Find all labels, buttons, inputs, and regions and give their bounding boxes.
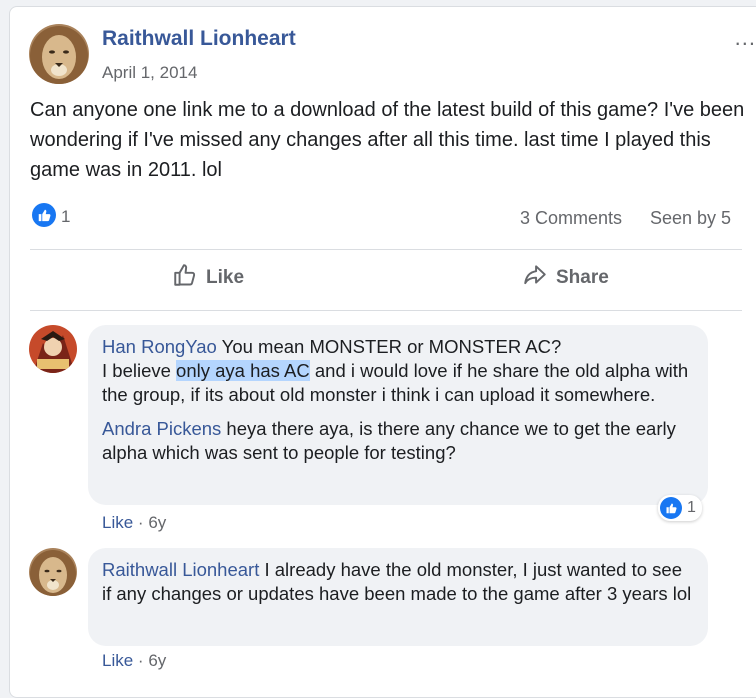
- commenter-name[interactable]: Han RongYao: [102, 336, 217, 357]
- mention-link[interactable]: Andra Pickens: [102, 418, 221, 439]
- comment-text: I believe: [102, 360, 177, 381]
- comment-meta: Like · 6y: [102, 513, 167, 532]
- divider: [30, 310, 742, 311]
- author-avatar[interactable]: [29, 24, 89, 84]
- post-like-count[interactable]: 1: [61, 207, 70, 227]
- more-options-icon[interactable]: ...: [735, 25, 756, 51]
- comment-paragraph: Andra Pickens heya there aya, is there a…: [102, 417, 694, 465]
- comment-reaction-pill[interactable]: 1: [658, 495, 702, 521]
- comment-bubble: Raithwall Lionheart I already have the o…: [88, 548, 708, 646]
- comment-age[interactable]: 6y: [148, 651, 166, 670]
- post-body: Can anyone one link me to a download of …: [30, 99, 745, 181]
- like-button[interactable]: Like: [172, 262, 244, 294]
- highlighted-text: only aya has AC: [176, 360, 310, 381]
- comment-text: You mean MONSTER or MONSTER AC?: [221, 336, 562, 357]
- comment-like-count: 1: [687, 499, 696, 516]
- comment-age[interactable]: 6y: [148, 513, 166, 532]
- thumbs-up-icon[interactable]: [32, 203, 56, 227]
- comments-count[interactable]: 3 Comments: [520, 208, 622, 229]
- thumbs-up-outline-icon: [172, 262, 198, 294]
- commenter-avatar[interactable]: [29, 325, 77, 373]
- share-button[interactable]: Share: [522, 262, 609, 294]
- share-arrow-icon: [522, 262, 548, 294]
- comment-like-link[interactable]: Like: [102, 651, 133, 670]
- seen-by-count[interactable]: Seen by 5: [650, 208, 731, 229]
- commenter-name[interactable]: Raithwall Lionheart: [102, 559, 259, 580]
- comment-meta: Like · 6y: [102, 651, 167, 670]
- comment-bubble: Han RongYao You mean MONSTER or MONSTER …: [88, 325, 708, 505]
- commenter-avatar[interactable]: [29, 548, 77, 596]
- post-card: Raithwall Lionheart April 1, 2014 ... Ca…: [9, 6, 756, 698]
- divider: [30, 249, 742, 250]
- comment-like-link[interactable]: Like: [102, 513, 133, 532]
- comment-first-line: Han RongYao You mean MONSTER or MONSTER …: [102, 335, 694, 359]
- post-date[interactable]: April 1, 2014: [102, 63, 197, 83]
- share-button-label: Share: [556, 267, 609, 288]
- comment-paragraph: I believe only aya has AC and i would lo…: [102, 359, 694, 407]
- post-author-name[interactable]: Raithwall Lionheart: [102, 27, 296, 51]
- like-button-label: Like: [206, 267, 245, 288]
- thumbs-up-icon: [660, 497, 682, 519]
